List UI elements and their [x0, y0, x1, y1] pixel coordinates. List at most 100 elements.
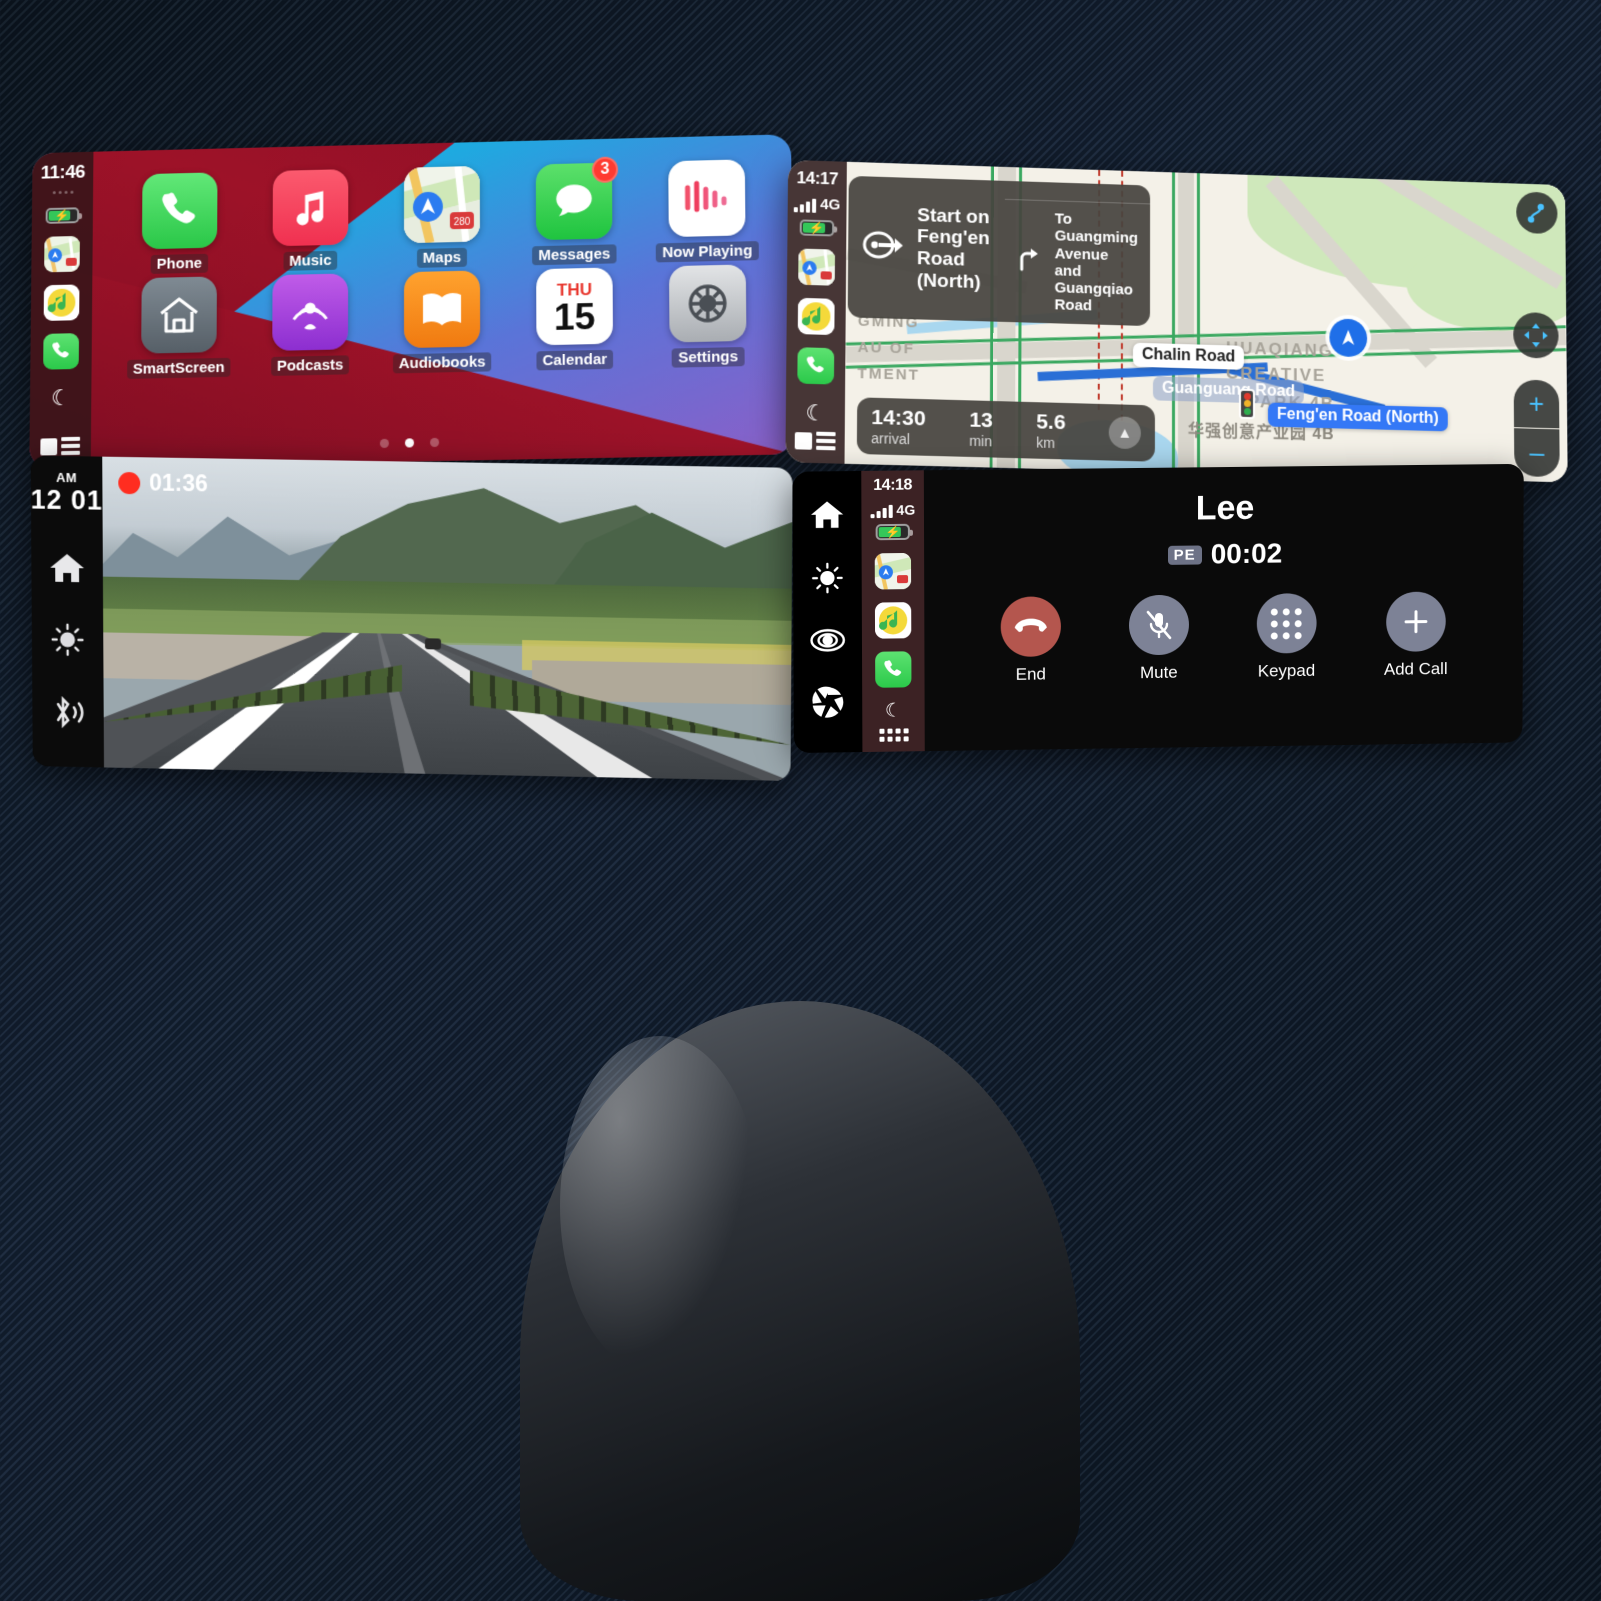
camera-aperture-icon[interactable] [51, 767, 87, 781]
maps-navigation-panel: GMING AU OF TMENT HUAQIANG CREATIVE PARK… [785, 159, 1568, 483]
app-phone[interactable]: Phone [114, 172, 245, 275]
app-settings[interactable]: Settings [641, 264, 775, 368]
guidance-primary-text: Start on Feng'en Road (North) [916, 204, 990, 294]
app-now-playing[interactable]: Now Playing [640, 159, 774, 263]
route-overview-icon[interactable] [1516, 191, 1558, 235]
sidebar-item-maps[interactable] [798, 248, 836, 286]
zoom-in-icon[interactable]: + [1513, 379, 1560, 429]
home-icon[interactable] [810, 499, 845, 535]
bluetooth-wireless-icon[interactable] [48, 695, 88, 734]
clock-hhmm: 12 01 [30, 484, 103, 516]
keypad-button[interactable]: Keypad [1256, 593, 1317, 682]
status-time: 14:18 [873, 476, 913, 495]
app-maps[interactable]: 280 Maps [376, 165, 508, 269]
do-not-disturb-icon[interactable]: ☾ [805, 400, 825, 427]
sidebar-item-qq-music[interactable] [797, 297, 835, 336]
status-clock: AM 12 01 [31, 469, 103, 516]
eta-arrival: 14:30 arrival [871, 405, 926, 448]
calendar-icon: THU 15 [536, 267, 613, 346]
map-label-chalin-road[interactable]: Chalin Road [1132, 342, 1245, 370]
map-place-text: AU OF [857, 338, 916, 358]
keypad-icon [1256, 593, 1317, 654]
maps-sidebar: 14:17 4G ⚡ ☾ [785, 159, 847, 464]
camera-aperture-icon[interactable] [811, 685, 845, 725]
dashcam-panel: AM 12 01 01:36 [30, 455, 793, 781]
turn-guidance-banner[interactable]: Start on Feng'en Road (North) To Guangmi… [847, 175, 1151, 326]
sidebar-item-maps[interactable] [874, 552, 912, 590]
dashcam-sidebar: AM 12 01 [30, 455, 105, 781]
add-call-icon [1386, 591, 1446, 652]
dashcam-video-feed[interactable]: 01:36 [102, 456, 793, 781]
calendar-day: 15 [553, 295, 596, 339]
pan-recenter-icon[interactable] [1513, 311, 1559, 359]
app-music[interactable]: Music [245, 168, 376, 271]
network-type: 4G [896, 501, 916, 518]
app-calendar[interactable]: THU 15 Calendar [508, 267, 641, 371]
turn-right-icon [1016, 247, 1042, 276]
app-audiobooks[interactable]: Audiobooks [376, 270, 508, 374]
app-messages[interactable]: 3 Messages [508, 156, 641, 266]
button-label: Add Call [1383, 659, 1448, 679]
eta-distance: 5.6 km [1036, 410, 1066, 452]
call-actions: End Mute Keypad Add Call [1000, 591, 1448, 685]
add-call-button[interactable]: Add Call [1384, 591, 1448, 679]
brightness-icon[interactable] [51, 623, 85, 662]
app-podcasts[interactable]: Podcasts [244, 273, 376, 377]
maps-icon: 280 [404, 165, 480, 244]
sidebar-item-phone[interactable] [875, 651, 912, 688]
end-call-button[interactable]: End [1000, 596, 1061, 685]
signal-bars-icon [793, 198, 817, 213]
network-status: 4G [793, 193, 841, 214]
mute-button[interactable]: Mute [1128, 594, 1189, 684]
svg-text:280: 280 [454, 217, 471, 228]
app-grid: Phone Music 280 Maps 3 Messages Now Play… [113, 156, 775, 380]
display-eye-icon[interactable] [809, 627, 845, 659]
brightness-icon[interactable] [811, 562, 843, 600]
eta-bar[interactable]: 14:30 arrival 13 min 5.6 km ▲ [856, 397, 1155, 462]
button-label: Mute [1139, 662, 1178, 683]
call-duration: 00:02 [1210, 537, 1283, 570]
sidebar-item-phone[interactable] [797, 347, 835, 385]
now-playing-icon [668, 159, 746, 238]
app-label: SmartScreen [126, 357, 231, 379]
map-label-guanguang-road[interactable]: Guanguang Road [1152, 376, 1305, 405]
app-grid-button[interactable] [878, 728, 909, 742]
carplay-sidebar: 14:18 4G ⚡ ☾ [861, 470, 925, 753]
app-label: Calendar [536, 349, 614, 371]
do-not-disturb-icon[interactable]: ☾ [885, 699, 902, 722]
status-time: 14:17 [796, 168, 839, 189]
app-label: Now Playing [656, 241, 759, 263]
meridiem: AM [55, 469, 78, 486]
battery-charging-icon: ⚡ [875, 523, 910, 541]
call-status-row: PE 00:02 [1167, 537, 1283, 571]
signal-bars-icon [870, 504, 893, 519]
app-label: Podcasts [270, 355, 350, 376]
call-body: Lee PE 00:02 End Mute Keypad Add Call [924, 464, 1524, 751]
user-location-puck [1329, 318, 1368, 358]
eta-expand-chevron-icon[interactable]: ▲ [1108, 416, 1141, 450]
podcasts-icon [272, 273, 349, 351]
carplay-sidebar: 11:46 ⚡ ☾ [29, 151, 94, 469]
depart-icon [860, 227, 905, 267]
end-call-icon [1000, 596, 1061, 658]
network-type: 4G [820, 195, 841, 214]
sidebar-item-maps[interactable] [44, 235, 80, 273]
home-icon[interactable] [49, 552, 85, 590]
button-label: Keypad [1257, 660, 1316, 681]
map-place-text: TMENT [857, 365, 920, 384]
sidebar-item-phone[interactable] [43, 333, 80, 370]
button-label: End [1015, 664, 1046, 684]
app-label: Music [283, 250, 338, 271]
app-label: Maps [416, 247, 468, 268]
map-label-fengen-road[interactable]: Feng'en Road (North) [1267, 402, 1448, 432]
do-not-disturb-icon[interactable]: ☾ [51, 385, 71, 411]
split-view-button[interactable] [794, 431, 836, 451]
mute-microphone-icon [1128, 594, 1189, 656]
sidebar-item-qq-music[interactable] [43, 284, 80, 321]
phone-call-panel: 14:18 4G ⚡ ☾ Lee PE 00:02 End Mute Keypa… [792, 463, 1524, 754]
app-smartscreen[interactable]: SmartScreen [113, 276, 244, 379]
phone-icon [141, 172, 218, 250]
network-status: 4G [870, 500, 915, 519]
sidebar-item-qq-music[interactable] [874, 602, 912, 639]
messages-icon: 3 [535, 156, 619, 241]
